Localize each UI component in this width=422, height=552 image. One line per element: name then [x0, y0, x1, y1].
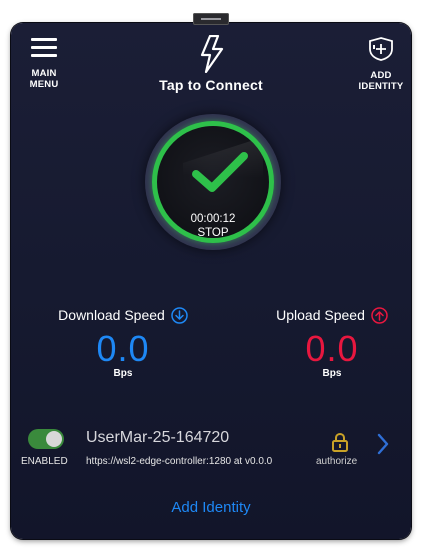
tap-to-connect-title[interactable]: Tap to Connect	[11, 77, 411, 93]
lightning-bolt-logo-icon	[200, 35, 224, 73]
download-speed-unit: Bps	[113, 368, 133, 379]
hamburger-menu-icon	[31, 37, 57, 59]
lock-icon[interactable]	[331, 432, 349, 452]
connect-status-ring: 00:00:12 STOP	[152, 121, 274, 243]
upload-speed-heading: Upload Speed	[276, 305, 388, 325]
upload-speed-value: 0.0	[305, 328, 359, 369]
download-speed-panel: Download Speed 0.0 Bps	[48, 305, 198, 379]
identity-name: UserMar-25-164720	[86, 429, 230, 446]
identity-url: https://wsl2-edge-controller:1280 at v0.…	[86, 456, 273, 467]
main-panel: MAIN MENU ADD IDENTITY Tap to Connect 00…	[11, 23, 411, 539]
identity-enabled-toggle[interactable]	[28, 429, 64, 449]
identity-item[interactable]: ENABLED UserMar-25-164720 https://wsl2-e…	[11, 425, 411, 473]
arrow-up-circle-icon	[371, 306, 388, 324]
download-speed-heading: Download Speed	[58, 305, 188, 325]
authorize-label[interactable]: authorize	[316, 456, 357, 467]
enabled-label: ENABLED	[21, 456, 68, 467]
checkmark-icon	[192, 152, 248, 192]
add-identity-link[interactable]: Add Identity	[11, 499, 411, 516]
chevron-right-icon[interactable]	[376, 432, 390, 456]
shield-plus-icon	[369, 37, 393, 61]
upload-speed-label: Upload Speed	[276, 307, 365, 323]
app-window: MAIN MENU ADD IDENTITY Tap to Connect 00…	[0, 0, 422, 552]
download-speed-value: 0.0	[96, 328, 150, 369]
connect-toggle-button[interactable]: 00:00:12 STOP	[145, 114, 281, 250]
window-drag-handle[interactable]	[193, 13, 229, 25]
download-speed-label: Download Speed	[58, 307, 165, 323]
arrow-down-circle-icon	[171, 306, 188, 324]
connection-timer: 00:00:12	[190, 213, 236, 225]
upload-speed-panel: Upload Speed 0.0 Bps	[257, 305, 407, 379]
upload-speed-unit: Bps	[322, 368, 342, 379]
toggle-knob	[46, 431, 62, 447]
